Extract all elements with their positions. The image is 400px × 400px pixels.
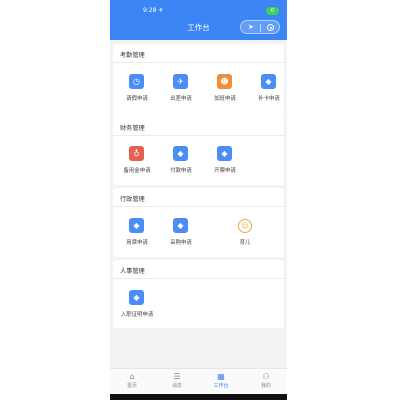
home-indicator xyxy=(110,394,287,400)
phone-screen: 9:28 ✈ 0 工作台 ➤ 考勤管理 ◷ 请假申请 ✈ 出差申请 ☻ 加班申请… xyxy=(110,0,287,400)
grid-item-label: 采购申请 xyxy=(170,240,192,246)
divider xyxy=(113,135,284,136)
grid-item-label: 开票申请 xyxy=(214,168,236,174)
divider xyxy=(113,278,284,279)
tab-messages[interactable]: ☰ 消息 xyxy=(162,372,192,390)
calendar-icon: ◷ xyxy=(129,74,144,89)
tab-bar: ⌂ 首页 ☰ 消息 ▦ 工作台 ⚇ 我的 xyxy=(110,368,287,395)
section-title: 人事管理 xyxy=(120,268,145,275)
home-icon: ⌂ xyxy=(129,372,135,381)
section-admin: 行政管理 ◆ 用章申请 ◆ 采购申请 ☺ 育儿 xyxy=(113,188,284,257)
capsule-divider xyxy=(260,24,261,32)
grid-icon: ▦ xyxy=(217,372,225,381)
section-hr: 人事管理 ◆ 入职证明申请 xyxy=(113,260,284,328)
tab-label: 工作台 xyxy=(213,383,229,389)
location-arrow-icon[interactable]: ➤ xyxy=(248,23,254,32)
header: 9:28 ✈ 0 工作台 ➤ xyxy=(110,0,287,40)
plane-icon: ✈ xyxy=(173,74,188,89)
tab-label: 我的 xyxy=(260,383,271,389)
card-icon: ◆ xyxy=(261,74,276,89)
person-icon: ☻ xyxy=(217,74,232,89)
battery-icon: 0 xyxy=(266,7,279,15)
section-title: 行政管理 xyxy=(120,196,145,203)
section-attendance: 考勤管理 ◷ 请假申请 ✈ 出差申请 ☻ 加班申请 ◆ 补卡申请 xyxy=(113,44,284,117)
tab-profile[interactable]: ⚇ 我的 xyxy=(251,372,281,390)
user-icon: ⚇ xyxy=(262,372,270,381)
tab-home[interactable]: ⌂ 首页 xyxy=(117,372,147,390)
mini-program-capsule[interactable]: ➤ xyxy=(240,20,280,34)
divider xyxy=(113,206,284,207)
section-title: 考勤管理 xyxy=(120,52,145,59)
certificate-icon: ◆ xyxy=(129,290,144,305)
grid-item-label: 入职证明申请 xyxy=(120,312,154,318)
invoice-icon: ◆ xyxy=(217,146,232,161)
tab-label: 消息 xyxy=(171,383,182,389)
close-circle-icon[interactable] xyxy=(267,24,274,31)
seal-icon: ◆ xyxy=(129,218,144,233)
grid-item-label: 育儿 xyxy=(239,240,251,246)
baby-face-icon: ☺ xyxy=(238,219,252,233)
tab-label: 首页 xyxy=(126,383,137,389)
tab-workbench[interactable]: ▦ 工作台 xyxy=(206,372,236,390)
status-time: 9:28 ✈ xyxy=(143,7,164,14)
grid-item-label: 补卡申请 xyxy=(258,96,280,102)
purchase-icon: ◆ xyxy=(173,218,188,233)
section-title: 财务管理 xyxy=(120,125,145,132)
message-icon: ☰ xyxy=(173,372,181,381)
payment-icon: ◆ xyxy=(173,146,188,161)
divider xyxy=(113,62,284,63)
money-bag-icon: ♁ xyxy=(129,146,144,161)
section-finance: 财务管理 ♁ 备用金申请 ◆ 付款申请 ◆ 开票申请 xyxy=(113,117,284,185)
